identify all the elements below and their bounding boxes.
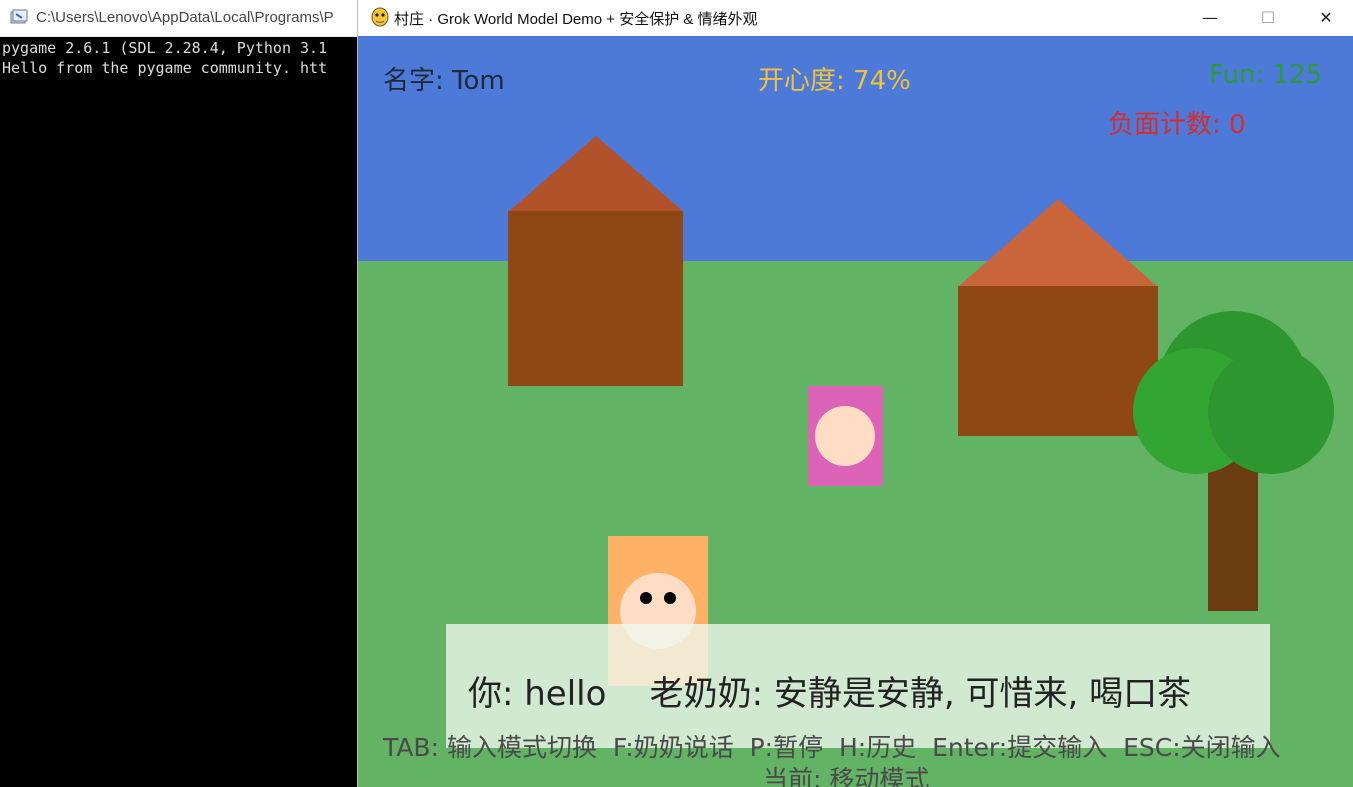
hud-name: 名字: Tom	[383, 66, 505, 96]
house-right-roof	[958, 199, 1158, 287]
current-mode-text: 当前: 移动模式	[763, 765, 930, 787]
maximize-button[interactable]: ☐	[1239, 0, 1297, 34]
console-window: C:\Users\Lenovo\AppData\Local\Programs\P…	[0, 0, 360, 787]
game-canvas[interactable]: 名字: Tom 开心度: 74% Fun: 125 负面计数: 0 你: hel…	[358, 36, 1353, 787]
pygame-snake-icon	[371, 7, 389, 27]
console-output: pygame 2.6.1 (SDL 2.28.4, Python 3.1 Hell…	[2, 38, 327, 78]
grandma-face	[815, 406, 875, 466]
game-window: 村庄 · Grok World Model Demo + 安全保护 & 情绪外观…	[357, 0, 1353, 787]
tree-leaves-right	[1208, 348, 1334, 474]
player-left-eye	[640, 592, 652, 604]
house-right	[958, 286, 1158, 436]
window-title: 村庄 · Grok World Model Demo + 安全保护 & 情绪外观	[394, 11, 758, 28]
close-button[interactable]: ✕	[1297, 0, 1353, 34]
dialog-text: 你: hello 老奶奶: 安静是安静, 可惜来, 喝口茶	[468, 674, 1192, 714]
game-titlebar[interactable]: 村庄 · Grok World Model Demo + 安全保护 & 情绪外观…	[358, 0, 1353, 36]
minimize-button[interactable]: —	[1181, 0, 1239, 34]
console-app-icon	[10, 9, 28, 24]
house-left-roof	[508, 136, 684, 212]
console-titlebar[interactable]: C:\Users\Lenovo\AppData\Local\Programs\P	[0, 0, 360, 37]
hud-negative-count: 负面计数: 0	[1108, 110, 1246, 140]
player-right-eye	[664, 592, 676, 604]
console-line: Hello from the pygame community. htt	[2, 59, 328, 77]
tree-trunk	[1208, 456, 1258, 611]
console-line: pygame 2.6.1 (SDL 2.28.4, Python 3.1	[2, 39, 328, 57]
key-help-text: TAB: 输入模式切换 F:奶奶说话 P:暂停 H:历史 Enter:提交输入 …	[383, 733, 1281, 762]
house-left	[508, 211, 683, 386]
console-title: C:\Users\Lenovo\AppData\Local\Programs\P	[36, 9, 334, 26]
hud-fun: Fun: 125	[1209, 60, 1323, 90]
hud-happiness: 开心度: 74%	[758, 66, 911, 96]
